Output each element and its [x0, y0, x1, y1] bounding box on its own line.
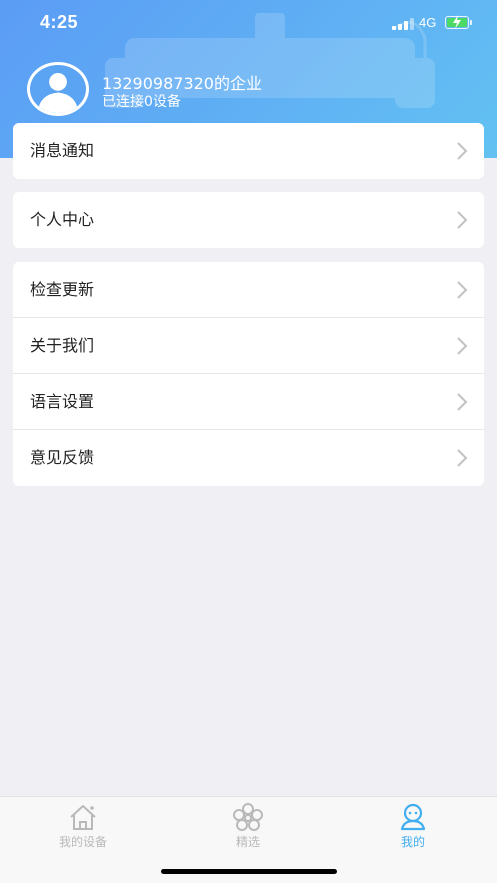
tab-my-devices[interactable]: 我的设备 — [23, 803, 143, 853]
flower-icon — [233, 803, 263, 831]
chevron-right-icon — [457, 393, 468, 411]
tab-label: 精选 — [235, 835, 260, 849]
menu-item-label: 意见反馈 — [30, 448, 95, 467]
home-indicator — [161, 869, 337, 874]
chevron-right-icon — [457, 337, 468, 355]
chevron-right-icon — [457, 449, 468, 467]
home-icon — [70, 805, 96, 830]
menu-item-language-settings[interactable]: 语言设置 — [13, 374, 484, 430]
menu-item-about-us[interactable]: 关于我们 — [13, 318, 484, 374]
status-time: 4:25 — [40, 12, 79, 32]
menu-item-label: 关于我们 — [30, 336, 95, 355]
battery-icon — [445, 15, 469, 29]
chevron-right-icon — [457, 211, 468, 229]
menu-item-personal-center[interactable]: 个人中心 — [13, 192, 484, 248]
tab-featured[interactable]: 精选 — [188, 803, 308, 853]
tab-label: 我的设备 — [58, 835, 107, 849]
menu-item-notifications[interactable]: 消息通知 — [13, 123, 484, 179]
user-icon — [400, 803, 426, 831]
menu-item-check-updates[interactable]: 检查更新 — [13, 262, 484, 318]
profile-device-status: 已连接0设备 — [102, 94, 181, 110]
tab-mine[interactable]: 我的 — [353, 803, 473, 853]
chevron-right-icon — [457, 142, 468, 160]
network-type: 4G — [419, 15, 437, 30]
settings-card: 检查更新 关于我们 语言设置 意见反馈 — [13, 262, 484, 486]
menu-item-label: 检查更新 — [30, 280, 95, 299]
menu-item-feedback[interactable]: 意见反馈 — [13, 430, 484, 486]
chevron-right-icon — [457, 281, 468, 299]
battery-tip — [470, 20, 472, 25]
notifications-card: 消息通知 — [13, 123, 484, 179]
menu-item-label: 个人中心 — [30, 210, 95, 229]
tab-label: 我的 — [400, 835, 425, 849]
menu-item-label: 语言设置 — [30, 392, 95, 411]
personal-card: 个人中心 — [13, 192, 484, 248]
avatar[interactable] — [27, 62, 89, 116]
signal-icon — [392, 18, 414, 30]
menu-item-label: 消息通知 — [30, 141, 95, 160]
status-bar: 4:25 4G — [0, 0, 497, 48]
user-silhouette-icon — [37, 73, 79, 113]
